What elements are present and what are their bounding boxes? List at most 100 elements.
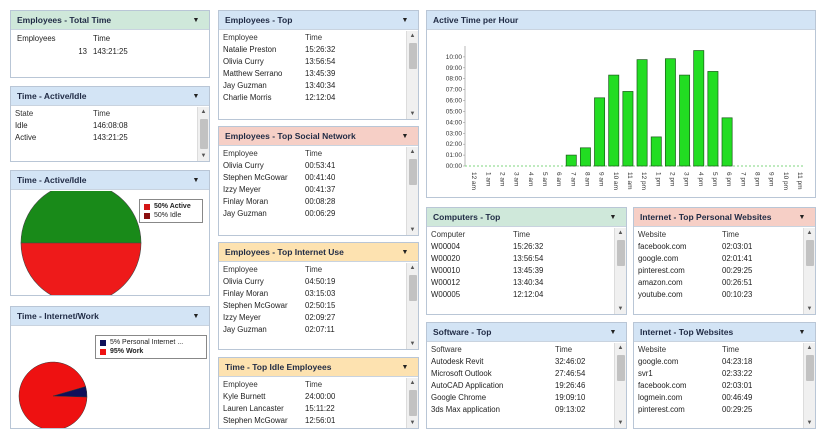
scrollbar[interactable]: ▲ ▼	[406, 378, 418, 428]
table-row[interactable]: amazon.com 00:26:51	[634, 276, 803, 288]
scrollbar[interactable]: ▲ ▼	[803, 343, 815, 428]
table-cell: 00:29:25	[722, 265, 753, 275]
scroll-up-icon[interactable]: ▲	[804, 228, 815, 238]
chevron-down-icon[interactable]: ▼	[795, 325, 809, 339]
scrollbar-thumb[interactable]	[200, 119, 208, 149]
table-row[interactable]: logmein.com 00:46:49	[634, 391, 803, 403]
scrollbar-thumb[interactable]	[409, 43, 417, 69]
table-row[interactable]: Jay Guzman 02:07:11	[219, 323, 406, 335]
scroll-up-icon[interactable]: ▲	[615, 343, 626, 353]
table-row[interactable]: Kyle Burnett 24:00:00	[219, 390, 406, 402]
table-row[interactable]: Olivia Curry 13:56:54	[219, 55, 406, 67]
table-row[interactable]: Jay Guzman 00:06:29	[219, 207, 406, 219]
scroll-down-icon[interactable]: ▼	[804, 418, 815, 428]
table-row[interactable]: pinterest.com 00:29:25	[634, 264, 803, 276]
scroll-down-icon[interactable]: ▼	[198, 151, 209, 161]
scroll-up-icon[interactable]: ▲	[407, 263, 418, 273]
table-row[interactable]: Microsoft Outlook 27:46:54	[427, 367, 614, 379]
table-row[interactable]: W00012 13:40:34	[427, 276, 614, 288]
table-row[interactable]: facebook.com 02:03:01	[634, 379, 803, 391]
table-row[interactable]: Matthew Serrano 13:45:39	[219, 67, 406, 79]
scroll-down-icon[interactable]: ▼	[615, 304, 626, 314]
scroll-down-icon[interactable]: ▼	[407, 109, 418, 119]
table-row[interactable]: Olivia Curry 04:50:19	[219, 275, 406, 287]
scrollbar-thumb[interactable]	[409, 275, 417, 301]
table-row[interactable]: Natalie Preston 15:26:32	[219, 43, 406, 55]
scroll-up-icon[interactable]: ▲	[407, 147, 418, 157]
table-row[interactable]: Stephen McGowar 02:50:15	[219, 299, 406, 311]
chevron-down-icon[interactable]: ▼	[606, 210, 620, 224]
table-cell: Jay Guzman	[223, 80, 267, 90]
scroll-up-icon[interactable]: ▲	[407, 31, 418, 41]
scroll-up-icon[interactable]: ▲	[804, 343, 815, 353]
table-row[interactable]: Charlie Morris 12:12:04	[219, 91, 406, 103]
table-row[interactable]: W00010 13:45:39	[427, 264, 614, 276]
scrollbar[interactable]: ▲ ▼	[614, 228, 626, 314]
table-row[interactable]: youtube.com 00:10:23	[634, 288, 803, 300]
scrollbar[interactable]: ▲ ▼	[406, 263, 418, 349]
scrollbar-thumb[interactable]	[409, 390, 417, 416]
scrollbar[interactable]: ▲ ▼	[614, 343, 626, 428]
scrollbar-thumb[interactable]	[617, 240, 625, 266]
chevron-down-icon[interactable]: ▼	[398, 245, 412, 259]
table-cell: Autodesk Revit	[431, 356, 484, 366]
scroll-down-icon[interactable]: ▼	[615, 418, 626, 428]
scrollbar-thumb[interactable]	[806, 355, 814, 381]
table-row[interactable]: Google Chrome 19:09:10	[427, 391, 614, 403]
scrollbar-thumb[interactable]	[806, 240, 814, 266]
scroll-down-icon[interactable]: ▼	[804, 304, 815, 314]
table-row[interactable]: pinterest.com 00:29:25	[634, 403, 803, 415]
table-row[interactable]: Finlay Moran 00:08:28	[219, 195, 406, 207]
table-row[interactable]: Izzy Meyer 00:41:37	[219, 183, 406, 195]
table-row[interactable]: google.com 04:23:18	[634, 355, 803, 367]
chevron-down-icon[interactable]: ▼	[398, 129, 412, 143]
widget-internet-top-websites: Internet - Top Websites ▼ Website Time googl…	[633, 322, 816, 429]
table-row[interactable]: Jay Guzman 13:40:34	[219, 79, 406, 91]
table-row[interactable]: W00020 13:56:54	[427, 252, 614, 264]
table-row[interactable]: AutoCAD Application 19:26:46	[427, 379, 614, 391]
table-row[interactable]: Autodesk Revit 32:46:02	[427, 355, 614, 367]
x-tick-label: 9 am	[598, 172, 605, 186]
scroll-down-icon[interactable]: ▼	[407, 339, 418, 349]
widget-header: Internet - Top Websites ▼	[634, 323, 815, 342]
chevron-down-icon[interactable]: ▼	[189, 13, 203, 27]
table-row[interactable]: W00004 15:26:32	[427, 240, 614, 252]
chevron-down-icon[interactable]: ▼	[189, 309, 203, 323]
table-row[interactable]: Lauren Lancaster 15:11:22	[219, 402, 406, 414]
table-row[interactable]: Stephen McGowar 00:41:40	[219, 171, 406, 183]
table-row[interactable]: facebook.com 02:03:01	[634, 240, 803, 252]
scrollbar-thumb[interactable]	[617, 355, 625, 381]
scroll-down-icon[interactable]: ▼	[407, 418, 418, 428]
table-row[interactable]: W00005 12:12:04	[427, 288, 614, 300]
table-cell: 15:11:22	[305, 403, 335, 413]
table-row[interactable]: 3ds Max application 09:13:02	[427, 403, 614, 415]
table-cell: 15:26:32	[513, 241, 544, 251]
table-row[interactable]: Olivia Curry 00:53:41	[219, 159, 406, 171]
table-row[interactable]: Idle 146:08:08	[11, 119, 197, 131]
scrollbar[interactable]: ▲ ▼	[406, 31, 418, 119]
scrollbar[interactable]: ▲ ▼	[406, 147, 418, 235]
table-cell: Jay Guzman	[223, 324, 267, 334]
scroll-up-icon[interactable]: ▲	[198, 107, 209, 117]
chevron-down-icon[interactable]: ▼	[189, 173, 203, 187]
chevron-down-icon[interactable]: ▼	[795, 210, 809, 224]
chevron-down-icon[interactable]: ▼	[398, 360, 412, 374]
table-row[interactable]: Stephen McGowar 12:56:01	[219, 414, 406, 426]
scrollbar[interactable]: ▲ ▼	[803, 228, 815, 314]
scroll-up-icon[interactable]: ▲	[615, 228, 626, 238]
table-row[interactable]: google.com 02:01:41	[634, 252, 803, 264]
table-row[interactable]: svr1 02:33:22	[634, 367, 803, 379]
chevron-down-icon[interactable]: ▼	[189, 89, 203, 103]
chevron-down-icon[interactable]: ▼	[606, 325, 620, 339]
scrollbar[interactable]: ▲ ▼	[197, 107, 209, 161]
scroll-up-icon[interactable]: ▲	[407, 378, 418, 388]
scrollbar-thumb[interactable]	[409, 159, 417, 185]
scroll-down-icon[interactable]: ▼	[407, 225, 418, 235]
chevron-down-icon[interactable]: ▼	[398, 13, 412, 27]
legend-item: 5% Personal Internet ...	[100, 338, 202, 347]
table-cell: logmein.com	[638, 392, 683, 402]
table-cell: 02:01:41	[722, 253, 753, 263]
table-row[interactable]: Izzy Meyer 02:09:27	[219, 311, 406, 323]
table-row[interactable]: Active 143:21:25	[11, 131, 197, 143]
table-row[interactable]: Finlay Moran 03:15:03	[219, 287, 406, 299]
